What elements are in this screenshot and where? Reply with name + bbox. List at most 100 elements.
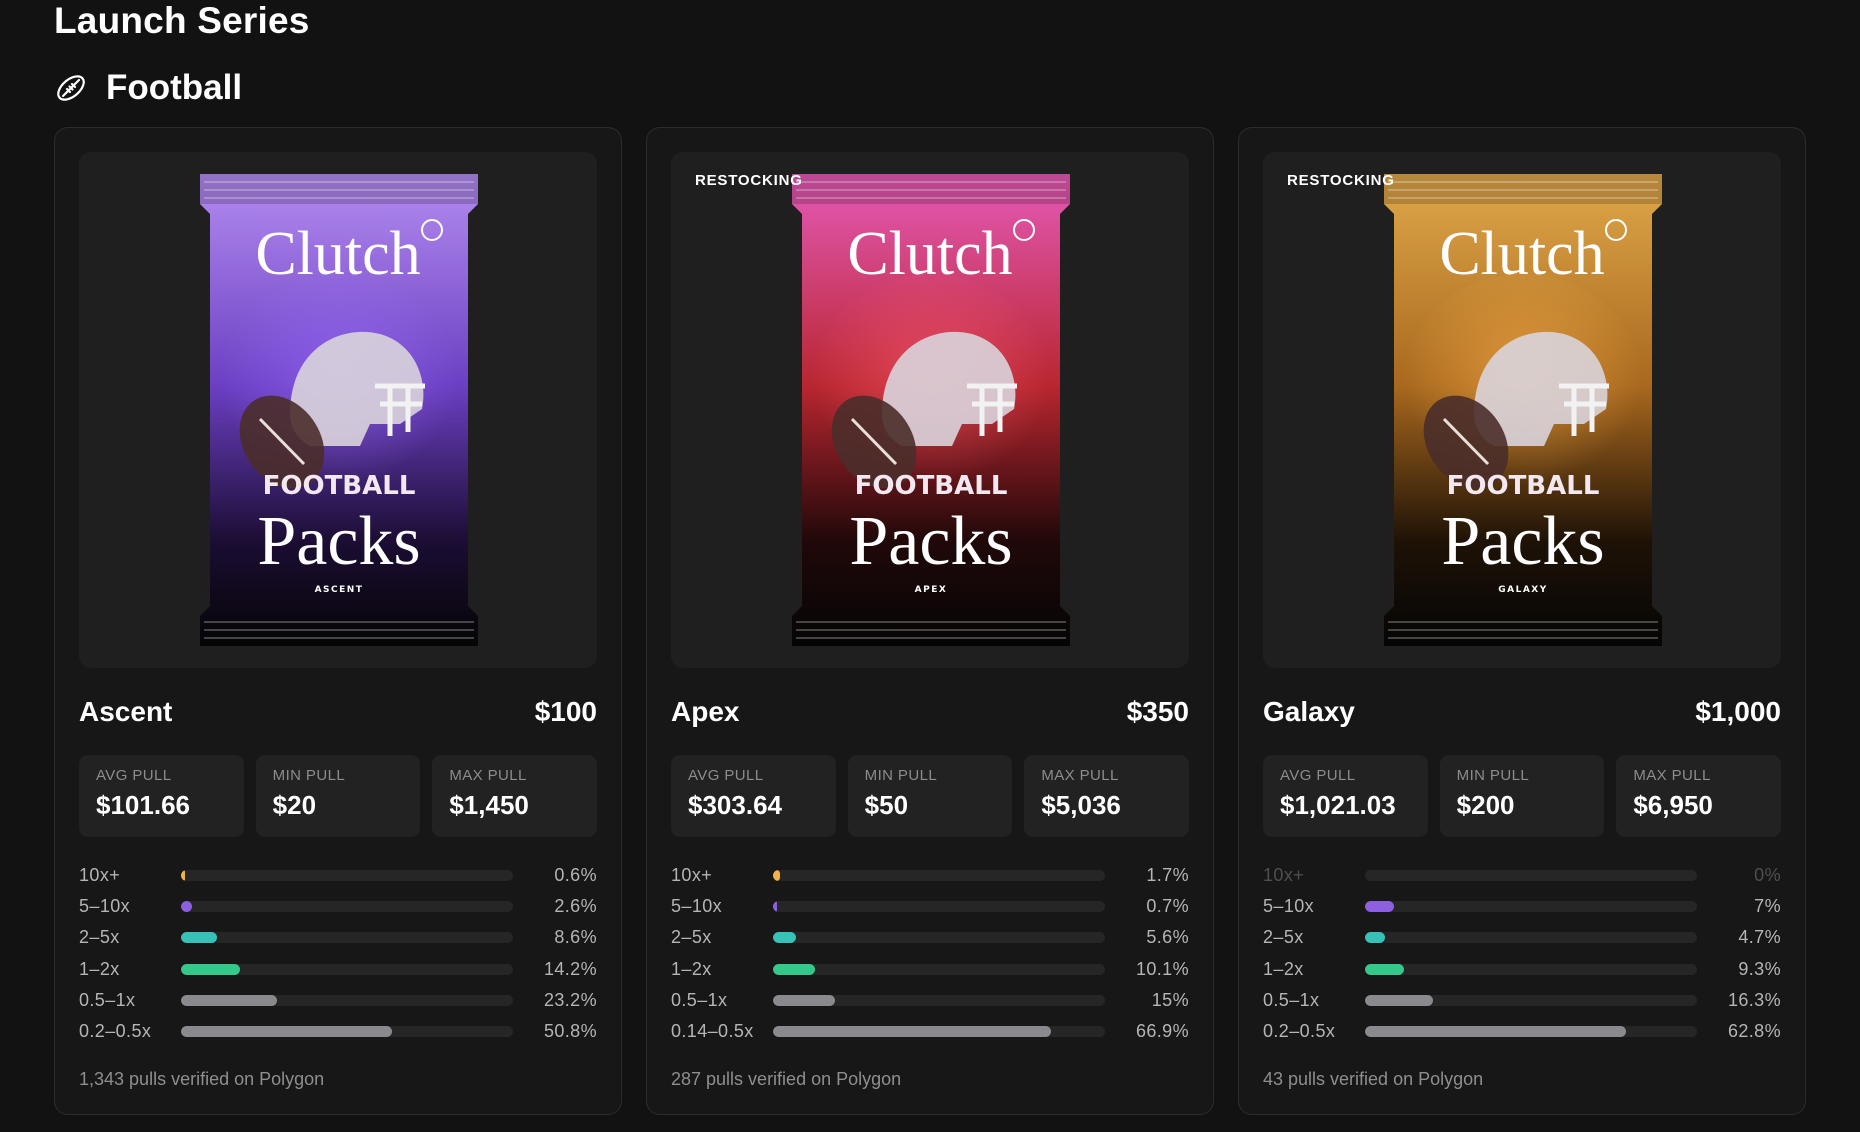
stat-value: $200 [1456, 790, 1515, 820]
distribution-row: 10x+ 0% [1263, 860, 1781, 891]
stat-max-pull: MAX PULL $5,036 [1024, 755, 1190, 837]
stat-avg-pull: AVG PULL $1,021.03 [1263, 755, 1428, 837]
distribution-label: 5–10x [671, 896, 723, 917]
distribution-label: 10x+ [671, 865, 713, 886]
category-title: Football [106, 68, 243, 107]
pack-illustration: Clutch FOOTBALL Packs GALAXY [1384, 174, 1662, 646]
distribution-percent: 14.2% [543, 958, 597, 979]
pack-art[interactable]: RESTOCKING Clutch [671, 152, 1189, 668]
stat-value: $303.64 [688, 790, 782, 820]
distribution-bar-fill [1365, 901, 1395, 913]
pack-word-text: Packs [257, 503, 420, 580]
distribution-row: 2–5x 8.6% [79, 922, 597, 953]
distribution-percent: 1.7% [1146, 865, 1189, 886]
distribution-label: 2–5x [671, 927, 712, 948]
pack-price: $100 [534, 696, 597, 727]
pull-stats: AVG PULL $1,021.03 MIN PULL $200 MAX PUL… [1263, 755, 1782, 837]
distribution-percent: 7% [1754, 896, 1781, 917]
distribution-label: 5–10x [79, 896, 131, 917]
distribution-row: 1–2x 10.1% [671, 954, 1189, 985]
distribution-row: 5–10x 7% [1263, 891, 1781, 922]
distribution-percent: 8.6% [554, 927, 597, 948]
distribution-bar-track [773, 994, 1105, 1006]
stat-avg-pull: AVG PULL $303.64 [671, 755, 836, 837]
distribution-label: 1–2x [671, 958, 712, 979]
distribution-bar-track [1365, 870, 1697, 882]
distribution-row: 1–2x 14.2% [79, 954, 597, 985]
pack-card-ascent[interactable]: Clutch FOOTBALL Packs ASCENT Ascent $100… [54, 127, 622, 1115]
distribution-bar-fill [181, 963, 240, 975]
stat-label: MIN PULL [272, 767, 346, 784]
distribution-label: 5–10x [1263, 896, 1315, 917]
stat-label: AVG PULL [1280, 767, 1356, 784]
distribution-bar-track [773, 870, 1105, 882]
pack-illustration: Clutch FOOTBALL Packs ASCENT [200, 174, 478, 646]
pack-word-text: Packs [849, 503, 1012, 580]
distribution-label: 0.5–1x [671, 989, 728, 1010]
pack-sport-text: FOOTBALL [1447, 471, 1600, 501]
distribution-bar-fill [1365, 1026, 1626, 1038]
pack-art[interactable]: RESTOCKING Clutch [1263, 152, 1781, 668]
distribution-bar-track [773, 963, 1105, 975]
pull-distribution: 10x+ 0.6% 5–10x 2.6% 2–5x 8.6% 1–2x 14.2% 0.5–1x… [79, 860, 597, 1047]
stat-label: MAX PULL [449, 767, 527, 784]
distribution-row: 5–10x 2.6% [79, 891, 597, 922]
stat-value: $6,950 [1633, 790, 1713, 820]
distribution-percent: 16.3% [1727, 989, 1781, 1010]
distribution-row: 0.5–1x 23.2% [79, 985, 597, 1016]
pack-name: Ascent [79, 696, 173, 727]
pack-art[interactable]: Clutch FOOTBALL Packs ASCENT [79, 152, 597, 668]
distribution-label: 0.5–1x [1263, 989, 1320, 1010]
stat-label: MIN PULL [864, 767, 938, 784]
series-title: Launch Series [54, 0, 310, 41]
distribution-bar-track [773, 1026, 1105, 1038]
distribution-row: 2–5x 5.6% [671, 922, 1189, 953]
distribution-bar-track [1365, 994, 1697, 1006]
pack-price: $350 [1126, 696, 1189, 727]
pack-card-apex[interactable]: RESTOCKING Clutch FOOTBALL Packs APEX Ap… [646, 127, 1214, 1115]
stat-value: $50 [864, 790, 909, 820]
stat-label: MAX PULL [1041, 767, 1119, 784]
distribution-label: 10x+ [79, 865, 121, 886]
stat-value: $20 [272, 790, 317, 820]
distribution-percent: 4.7% [1738, 927, 1781, 948]
distribution-row: 10x+ 1.7% [671, 860, 1189, 891]
verified-note[interactable]: 1,343 pulls verified on Polygon [79, 1069, 324, 1090]
verified-note[interactable]: 287 pulls verified on Polygon [671, 1069, 901, 1090]
distribution-row: 10x+ 0.6% [79, 860, 597, 891]
distribution-bar-fill [773, 932, 797, 944]
distribution-percent: 23.2% [543, 989, 597, 1010]
stat-value: $1,021.03 [1280, 790, 1396, 820]
distribution-label: 0.5–1x [79, 989, 136, 1010]
distribution-percent: 50.8% [543, 1021, 597, 1042]
pack-word-text: Packs [1441, 503, 1604, 580]
distribution-bar-fill [773, 1026, 1051, 1038]
distribution-bar-track [181, 870, 513, 882]
distribution-label: 10x+ [1263, 865, 1305, 886]
distribution-bar-track [181, 994, 513, 1006]
pack-brand-text: Clutch [255, 220, 420, 288]
pull-stats: AVG PULL $101.66 MIN PULL $20 MAX PULL $… [79, 755, 598, 837]
status-badge: RESTOCKING [695, 172, 803, 189]
stat-value: $1,450 [449, 790, 529, 820]
distribution-bar-track [181, 901, 513, 913]
distribution-percent: 10.1% [1135, 958, 1189, 979]
pack-brand-text: Clutch [847, 220, 1012, 288]
distribution-label: 1–2x [1263, 958, 1304, 979]
verified-note[interactable]: 43 pulls verified on Polygon [1263, 1069, 1483, 1090]
distribution-percent: 15% [1151, 989, 1189, 1010]
category-header: Football [54, 68, 242, 108]
pack-illustration: Clutch FOOTBALL Packs APEX [792, 174, 1070, 646]
pack-card-galaxy[interactable]: RESTOCKING Clutch FOOTBALL Packs GALAXY … [1238, 127, 1806, 1115]
pack-sport-text: FOOTBALL [263, 471, 416, 501]
distribution-row: 0.2–0.5x 50.8% [79, 1016, 597, 1047]
distribution-bar-fill [1365, 963, 1404, 975]
pack-tier-text: ASCENT [315, 585, 364, 595]
pack-name: Galaxy [1263, 696, 1355, 727]
stat-label: AVG PULL [96, 767, 172, 784]
pack-image: Clutch FOOTBALL Packs APEX [792, 174, 1070, 646]
distribution-bar-fill [181, 870, 185, 882]
stat-min-pull: MIN PULL $200 [1439, 755, 1605, 837]
distribution-bar-track [1365, 1026, 1697, 1038]
stat-avg-pull: AVG PULL $101.66 [79, 755, 244, 837]
